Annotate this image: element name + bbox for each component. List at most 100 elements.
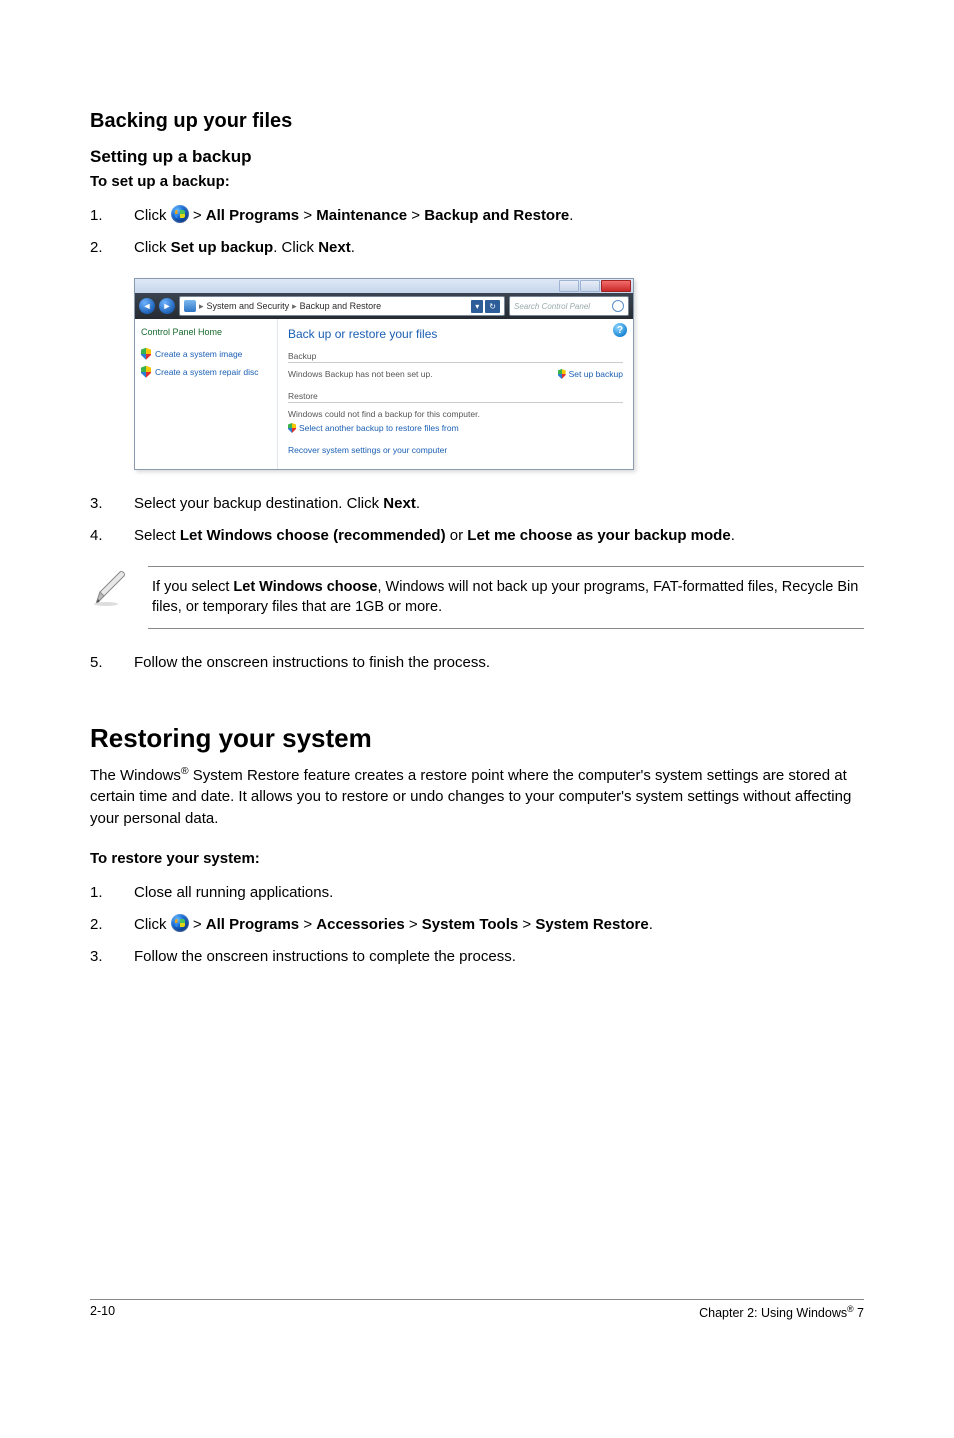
text: or <box>446 527 468 544</box>
text: Click <box>134 207 171 224</box>
steps-list-a: 1. Click > All Programs > Maintenance > … <box>90 204 864 260</box>
bold: Accessories <box>316 916 404 933</box>
content-heading: Back up or restore your files <box>288 327 623 341</box>
main-content: Back up or restore your files Backup Win… <box>278 319 633 469</box>
step-body: Close all running applications. <box>134 881 864 905</box>
bold: All Programs <box>206 207 299 224</box>
restoring-paragraph: The Windows® System Restore feature crea… <box>90 764 864 830</box>
text: . <box>569 207 573 224</box>
sidebar-create-image[interactable]: Create a system image <box>141 348 271 360</box>
note-box: If you select Let Windows choose, Window… <box>90 566 864 629</box>
group-label-restore: Restore <box>288 391 623 403</box>
help-icon[interactable]: ? <box>613 323 627 337</box>
link-text: Create a system image <box>155 349 242 359</box>
bold: All Programs <box>206 916 299 933</box>
link-text: Set up backup <box>569 369 623 379</box>
step-number: 2. <box>90 913 134 937</box>
bold: Next <box>318 239 351 256</box>
search-icon <box>612 300 624 312</box>
step-number: 1. <box>90 881 134 905</box>
step-body: Click > All Programs > Maintenance > Bac… <box>134 204 864 228</box>
bold: System Restore <box>535 916 648 933</box>
steps-list-a-final: 5. Follow the onscreen instructions to f… <box>90 651 864 675</box>
bold: Backup and Restore <box>424 207 569 224</box>
link-text: Create a system repair disc <box>155 367 258 377</box>
set-up-backup-link[interactable]: Set up backup <box>558 369 623 379</box>
minimize-button[interactable] <box>559 280 579 292</box>
search-input[interactable]: Search Control Panel <box>509 296 629 316</box>
page-footer: 2-10 Chapter 2: Using Windows® 7 <box>90 1299 864 1320</box>
shield-icon <box>558 369 566 379</box>
recover-settings-link[interactable]: Recover system settings or your computer <box>288 445 623 455</box>
window-titlebar <box>135 279 633 293</box>
nav-back-icon[interactable]: ◄ <box>139 298 155 314</box>
page-number: 2-10 <box>90 1304 115 1320</box>
sidebar-create-repair-disc[interactable]: Create a system repair disc <box>141 366 271 378</box>
heading-restoring: Restoring your system <box>90 723 864 754</box>
steps-list-b: 1. Close all running applications. 2. Cl… <box>90 881 864 969</box>
text: 7 <box>854 1306 864 1320</box>
shield-icon <box>288 423 296 433</box>
text: . <box>649 916 653 933</box>
pencil-icon <box>90 566 132 608</box>
text: Chapter 2: Using Windows <box>699 1306 847 1320</box>
text: Select your backup destination. Click <box>134 495 383 512</box>
text: Click <box>134 916 171 933</box>
steps-list-a-cont: 3. Select your backup destination. Click… <box>90 492 864 548</box>
restore-status-text: Windows could not find a backup for this… <box>288 409 480 419</box>
step-body: Click > All Programs > Accessories > Sys… <box>134 913 864 937</box>
maximize-button[interactable] <box>580 280 600 292</box>
chevron-right-icon: ▸ <box>292 301 297 312</box>
bold: Maintenance <box>316 207 407 224</box>
window-navbar: ◄ ► ▸ System and Security ▸ Backup and R… <box>135 293 633 319</box>
bold: Next <box>383 495 416 512</box>
backup-status-text: Windows Backup has not been set up. <box>288 369 433 379</box>
step-body: Follow the onscreen instructions to comp… <box>134 945 864 969</box>
text: . <box>351 239 355 256</box>
text: If you select <box>152 579 233 595</box>
screenshot-backup-restore: ◄ ► ▸ System and Security ▸ Backup and R… <box>134 278 634 470</box>
text: > <box>189 207 206 224</box>
chapter-label: Chapter 2: Using Windows® 7 <box>699 1304 864 1320</box>
step-number: 2. <box>90 236 134 260</box>
bold: Let Windows choose (recommended) <box>180 527 446 544</box>
sidebar-home-link[interactable]: Control Panel Home <box>141 327 271 338</box>
window: ◄ ► ▸ System and Security ▸ Backup and R… <box>134 278 634 470</box>
heading-backing-up: Backing up your files <box>90 110 864 133</box>
sidebar: Control Panel Home Create a system image… <box>135 319 278 469</box>
heading-to-set-up: To set up a backup: <box>90 173 864 190</box>
start-orb-icon <box>171 205 189 223</box>
text: . <box>416 495 420 512</box>
bold: Let me choose as your backup mode <box>467 527 730 544</box>
step-number: 3. <box>90 945 134 969</box>
shield-icon <box>141 348 151 360</box>
crumb-segment[interactable]: Backup and Restore <box>300 301 382 311</box>
sep: > <box>405 916 422 933</box>
step-number: 4. <box>90 524 134 548</box>
nav-forward-icon[interactable]: ► <box>159 298 175 314</box>
control-panel-icon <box>184 300 196 312</box>
text: > <box>189 916 206 933</box>
text: Select <box>134 527 180 544</box>
bold: System Tools <box>422 916 518 933</box>
step-body: Click Set up backup. Click Next. <box>134 236 864 260</box>
dropdown-icon[interactable]: ▾ <box>471 300 483 313</box>
address-bar[interactable]: ▸ System and Security ▸ Backup and Resto… <box>179 296 505 316</box>
refresh-icon[interactable]: ↻ <box>485 300 500 313</box>
crumb-segment[interactable]: System and Security <box>207 301 290 311</box>
heading-to-restore: To restore your system: <box>90 850 864 867</box>
step-number: 1. <box>90 204 134 228</box>
bold: Let Windows choose <box>233 579 377 595</box>
text: Click <box>134 239 171 256</box>
step-body: Select Let Windows choose (recommended) … <box>134 524 864 548</box>
sep: > <box>299 207 316 224</box>
step-number: 5. <box>90 651 134 675</box>
start-orb-icon <box>171 914 189 932</box>
search-placeholder: Search Control Panel <box>514 302 590 311</box>
shield-icon <box>141 366 151 378</box>
sep: > <box>518 916 535 933</box>
chevron-right-icon: ▸ <box>199 301 204 312</box>
step-number: 3. <box>90 492 134 516</box>
close-button[interactable] <box>601 280 631 292</box>
select-another-backup-link[interactable]: Select another backup to restore files f… <box>288 423 459 433</box>
